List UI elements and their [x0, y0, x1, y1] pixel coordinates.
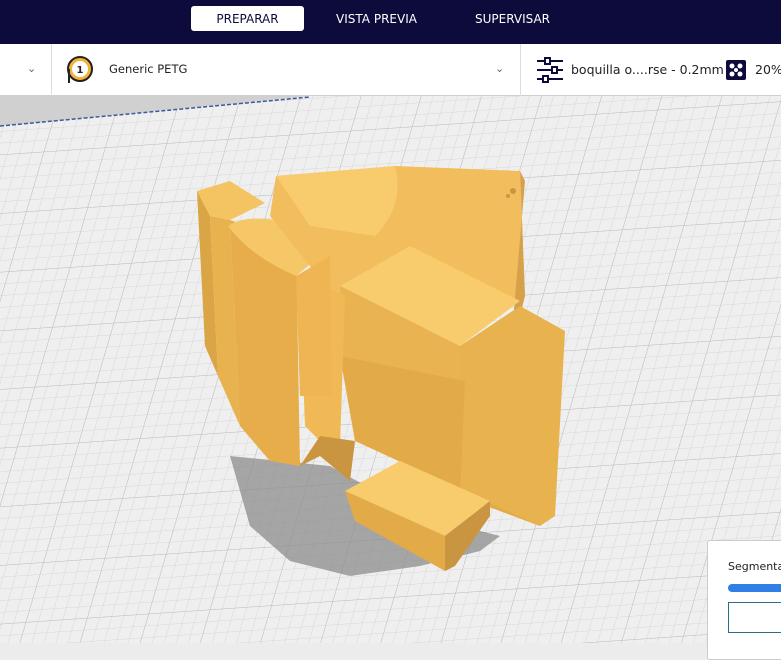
extruder-icon: 1 [67, 56, 93, 83]
toolbar: ⌄ 1 Generic PETG ⌄ boquilla o....rse - 0… [0, 44, 781, 96]
infill-icon [726, 60, 746, 80]
top-navigation-bar: PREPARAR VISTA PREVIA SUPERVISAR [0, 0, 781, 44]
infill-label: 20% [755, 62, 781, 77]
printer-chevron-down-icon[interactable]: ⌄ [27, 62, 36, 75]
extruder-selector[interactable]: 1 Generic PETG ⌄ [52, 44, 520, 96]
tab-supervisar[interactable]: SUPERVISAR [456, 6, 569, 31]
extruder-number: 1 [77, 65, 84, 76]
3d-viewport[interactable] [0, 96, 781, 643]
chevron-down-icon: ⌄ [495, 62, 505, 75]
settings-sliders-icon [537, 57, 563, 83]
slice-progress-bar [728, 584, 781, 592]
profile-label: boquilla o....rse - 0.2mm [571, 62, 724, 77]
print-settings-selector[interactable]: boquilla o....rse - 0.2mm 20% [521, 44, 781, 96]
tab-preparar[interactable]: PREPARAR [191, 6, 304, 31]
slice-status-label: Segmenta [728, 560, 781, 573]
slice-action-button[interactable] [728, 602, 781, 633]
material-label: Generic PETG [109, 62, 188, 76]
build-plate [0, 96, 781, 643]
tab-vista-previa[interactable]: VISTA PREVIA [320, 6, 433, 31]
slice-panel: Segmenta [707, 540, 781, 660]
